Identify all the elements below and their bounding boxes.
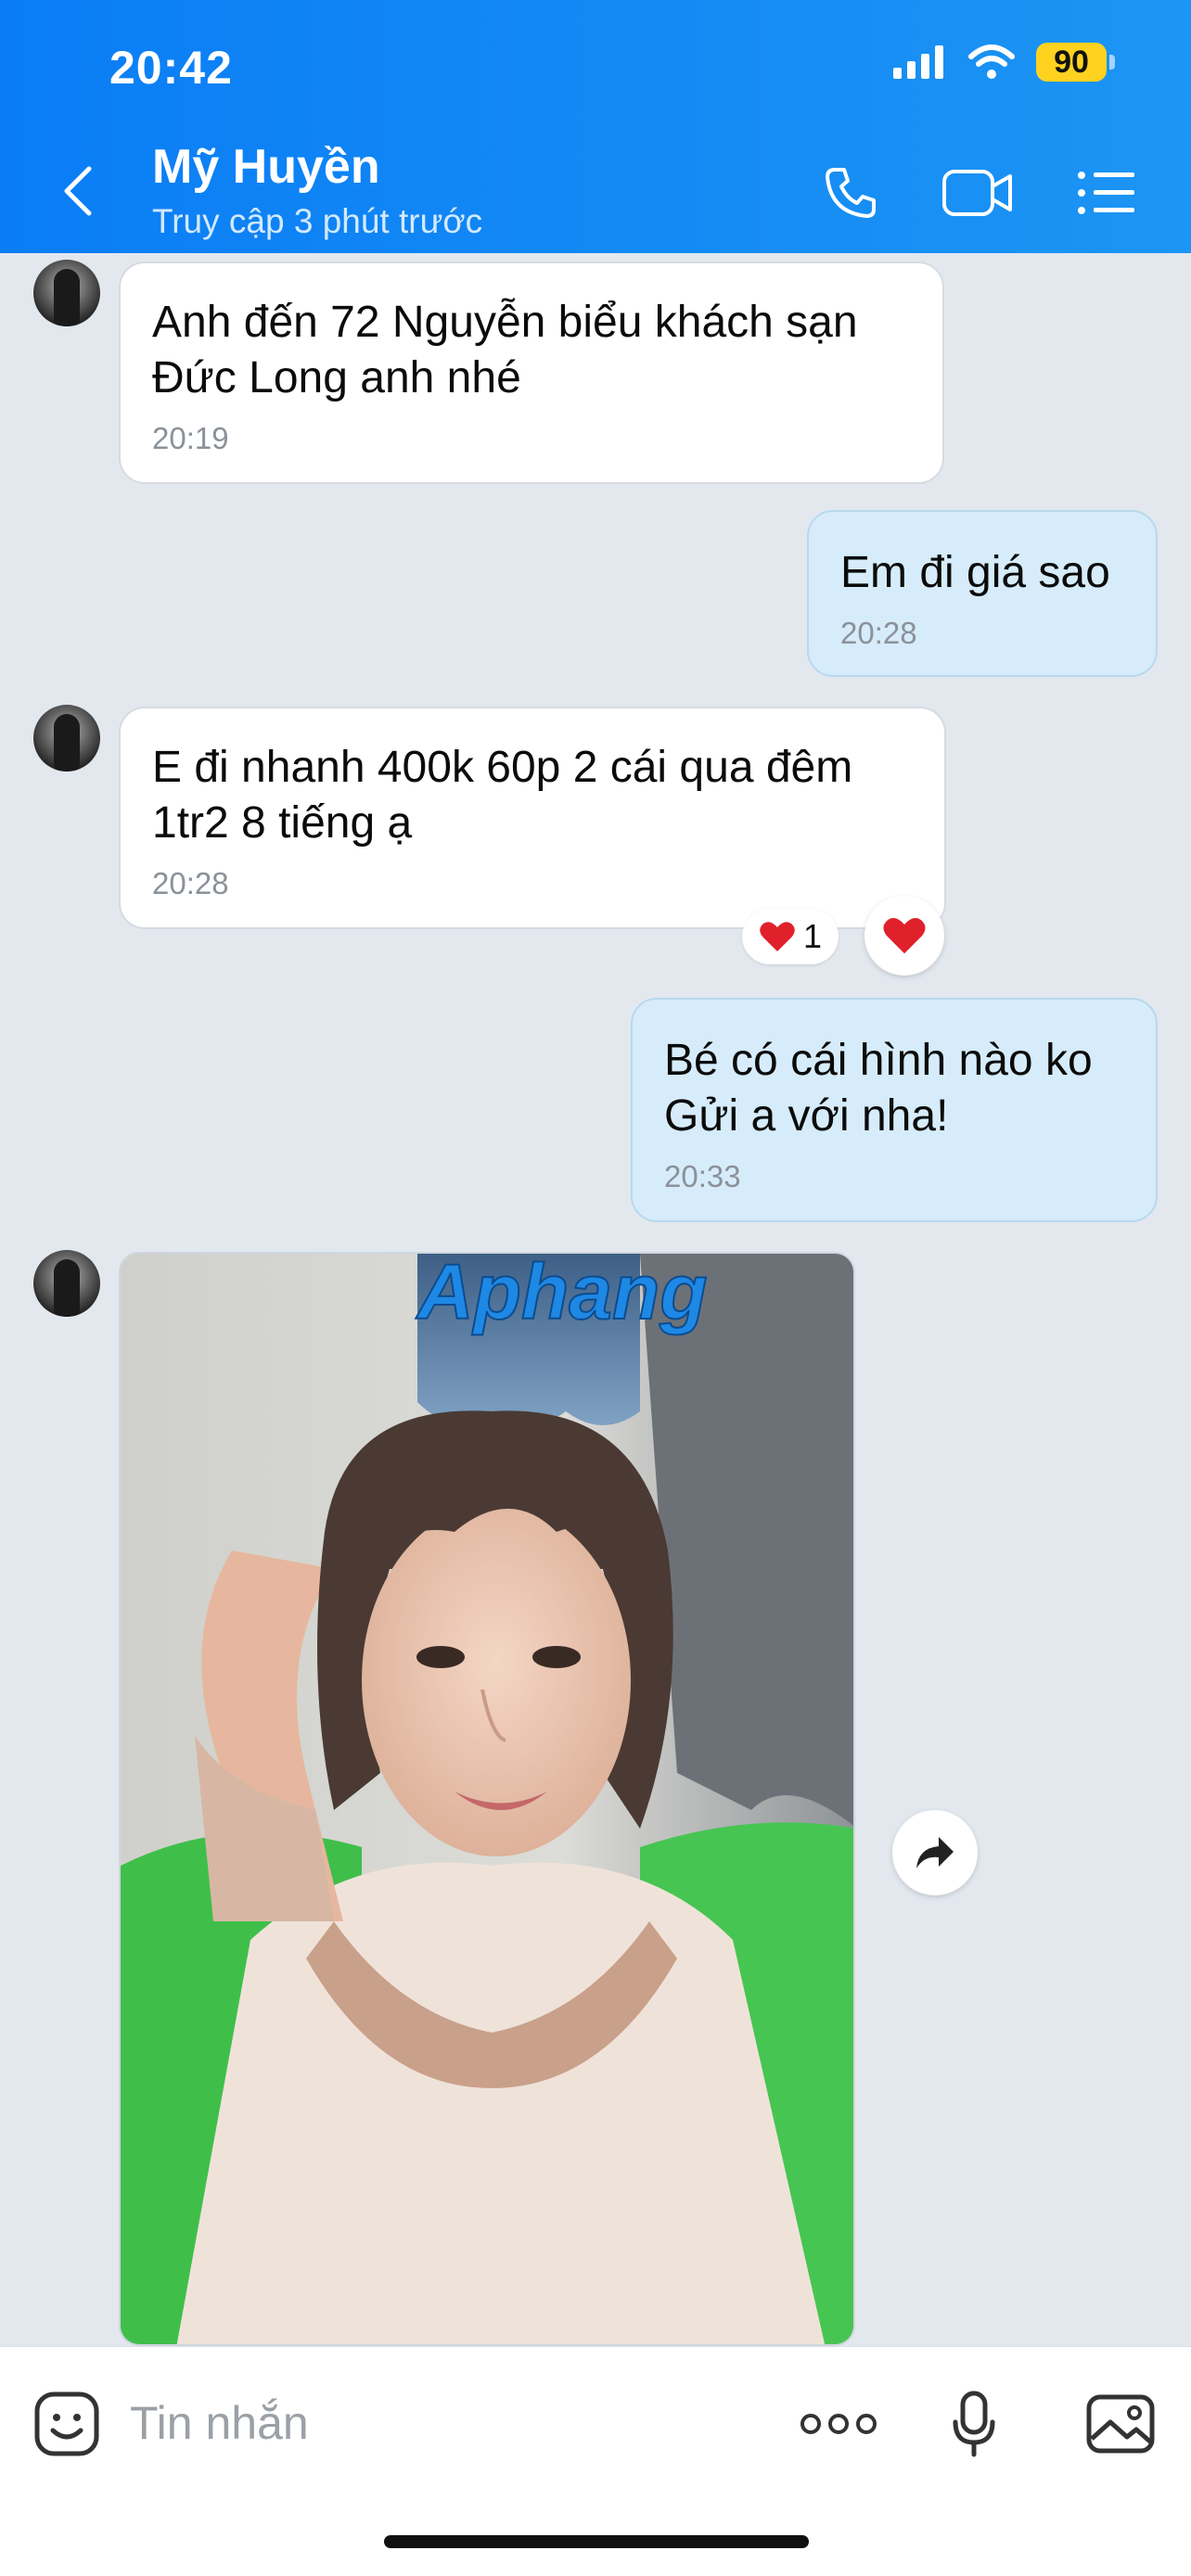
wifi-icon bbox=[968, 45, 1015, 79]
reaction-count: 1 bbox=[802, 917, 823, 955]
mic-icon bbox=[953, 2391, 995, 2457]
react-button[interactable] bbox=[864, 896, 944, 976]
message-bubble-outgoing[interactable]: Bé có cái hình nào ko Gửi a với nha! 20:… bbox=[631, 998, 1158, 1222]
video-call-button[interactable] bbox=[941, 156, 1015, 230]
video-icon bbox=[942, 170, 1012, 216]
battery-level: 90 bbox=[1036, 43, 1107, 82]
contact-avatar[interactable] bbox=[33, 705, 100, 772]
home-indicator[interactable] bbox=[384, 2535, 809, 2548]
phone-icon bbox=[826, 168, 876, 218]
message-text: E đi nhanh 400k 60p 2 cái qua đêm 1tr2 8… bbox=[152, 743, 853, 848]
sticker-button[interactable] bbox=[33, 2382, 100, 2466]
message-text: Anh đến 72 Nguyễn biểu khách sạn Đức Lon… bbox=[152, 298, 858, 402]
more-icon bbox=[800, 2414, 877, 2434]
battery-indicator: 90 bbox=[1036, 43, 1115, 82]
photo-message[interactable]: Aphang bbox=[119, 1252, 855, 2346]
chat-header: 20:42 90 Mỹ Huyền Truy cập 3 phút trước bbox=[0, 0, 1191, 253]
heart-icon bbox=[760, 922, 795, 951]
share-button[interactable] bbox=[892, 1810, 978, 1895]
message-time: 20:28 bbox=[152, 866, 229, 900]
image-icon bbox=[1086, 2394, 1155, 2454]
message-text: Bé có cái hình nào ko Gửi a với nha! bbox=[664, 1036, 1093, 1141]
message-text: Em đi giá sao bbox=[840, 548, 1110, 597]
more-button[interactable] bbox=[800, 2382, 877, 2466]
photo-image: Aphang bbox=[121, 1254, 853, 2344]
message-time: 20:28 bbox=[840, 616, 917, 650]
message-bubble-incoming[interactable]: Anh đến 72 Nguyễn biểu khách sạn Đức Lon… bbox=[119, 261, 944, 484]
signal-icon bbox=[893, 45, 943, 79]
message-bubble-incoming[interactable]: E đi nhanh 400k 60p 2 cái qua đêm 1tr2 8… bbox=[119, 707, 946, 929]
status-time: 20:42 bbox=[109, 42, 233, 94]
back-icon[interactable] bbox=[59, 163, 96, 219]
gallery-button[interactable] bbox=[1085, 2382, 1156, 2466]
message-bubble-outgoing[interactable]: Em đi giá sao 20:28 bbox=[807, 510, 1158, 677]
message-time: 20:33 bbox=[664, 1159, 741, 1193]
options-button[interactable] bbox=[1076, 156, 1137, 230]
heart-icon bbox=[883, 918, 926, 954]
voice-button[interactable] bbox=[950, 2382, 998, 2466]
menu-icon bbox=[1078, 172, 1134, 214]
contact-status: Truy cập 3 phút trước bbox=[152, 202, 483, 240]
message-time: 20:19 bbox=[152, 421, 229, 455]
call-button[interactable] bbox=[816, 156, 885, 230]
contact-avatar[interactable] bbox=[33, 1250, 100, 1317]
photo-watermark: Aphang bbox=[416, 1254, 708, 1335]
sticker-icon bbox=[34, 2391, 99, 2456]
contact-avatar[interactable] bbox=[33, 260, 100, 326]
message-input[interactable] bbox=[130, 2380, 761, 2466]
status-indicators: 90 bbox=[891, 43, 1115, 82]
contact-name[interactable]: Mỹ Huyền bbox=[152, 139, 380, 195]
share-icon bbox=[916, 1837, 954, 1868]
reaction-summary[interactable]: 1 bbox=[742, 909, 839, 964]
